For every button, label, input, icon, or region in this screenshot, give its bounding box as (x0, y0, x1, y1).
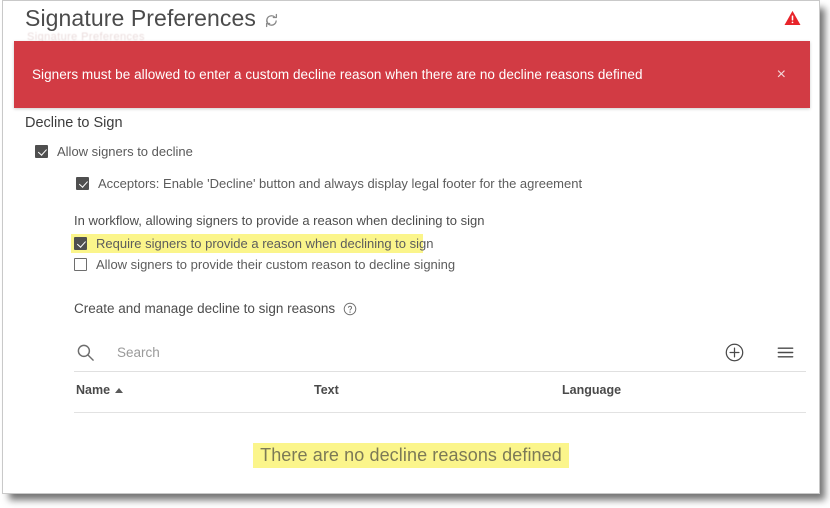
checkbox-custom-reason[interactable] (74, 258, 87, 271)
alert-message: Signers must be allowed to enter a custo… (32, 67, 643, 82)
table-toolbar (724, 342, 796, 363)
column-header-language[interactable]: Language (562, 383, 621, 397)
warning-triangle-icon[interactable] (784, 10, 801, 26)
checkbox-row-allow-decline[interactable]: Allow signers to decline (35, 144, 193, 159)
empty-state-message: There are no decline reasons defined (253, 443, 569, 468)
table-empty-state: There are no decline reasons defined (3, 443, 819, 468)
checkbox-label-allow-decline: Allow signers to decline (57, 144, 193, 159)
app-window: Signature Preferences Signature Preferen… (2, 0, 820, 494)
page-header: Signature Preferences (25, 5, 279, 32)
table-header-row: Name Text Language (74, 374, 806, 413)
checkbox-row-require-reason[interactable]: Require signers to provide a reason when… (74, 236, 433, 251)
question-mark-circle-icon[interactable] (343, 302, 357, 316)
column-header-name-label: Name (76, 383, 111, 397)
screenshot-root: Signature Preferences Signature Preferen… (0, 0, 830, 508)
hamburger-menu-icon[interactable] (775, 342, 796, 363)
plus-circle-icon[interactable] (724, 342, 745, 363)
checkbox-label-require-reason: Require signers to provide a reason when… (96, 236, 434, 251)
alert-banner: Signers must be allowed to enter a custo… (14, 41, 810, 108)
column-header-name[interactable]: Name (76, 383, 124, 397)
checkbox-row-acceptors[interactable]: Acceptors: Enable 'Decline' button and a… (76, 176, 582, 191)
alert-close-button[interactable]: × (777, 66, 786, 83)
search-input[interactable] (115, 343, 619, 361)
checkbox-acceptors[interactable] (76, 177, 89, 190)
page-title: Signature Preferences (25, 5, 256, 31)
column-header-language-label: Language (562, 383, 622, 397)
manage-reasons-line: Create and manage decline to sign reason… (74, 301, 357, 316)
column-header-text[interactable]: Text (314, 383, 339, 397)
manage-reasons-label: Create and manage decline to sign reason… (74, 301, 336, 316)
checkbox-allow-decline[interactable] (35, 145, 48, 158)
workflow-note: In workflow, allowing signers to provide… (74, 213, 485, 228)
column-header-text-label: Text (314, 383, 339, 397)
sort-ascending-icon (115, 388, 124, 393)
refresh-icon[interactable] (264, 13, 279, 28)
magnifier-icon[interactable] (76, 343, 95, 362)
search-bar (74, 333, 806, 372)
checkbox-row-custom-reason[interactable]: Allow signers to provide their custom re… (74, 257, 455, 272)
section-title: Decline to Sign (25, 115, 123, 131)
checkbox-label-acceptors: Acceptors: Enable 'Decline' button and a… (98, 176, 583, 191)
checkbox-label-custom-reason: Allow signers to provide their custom re… (96, 257, 456, 272)
checkbox-require-reason[interactable] (74, 237, 87, 250)
